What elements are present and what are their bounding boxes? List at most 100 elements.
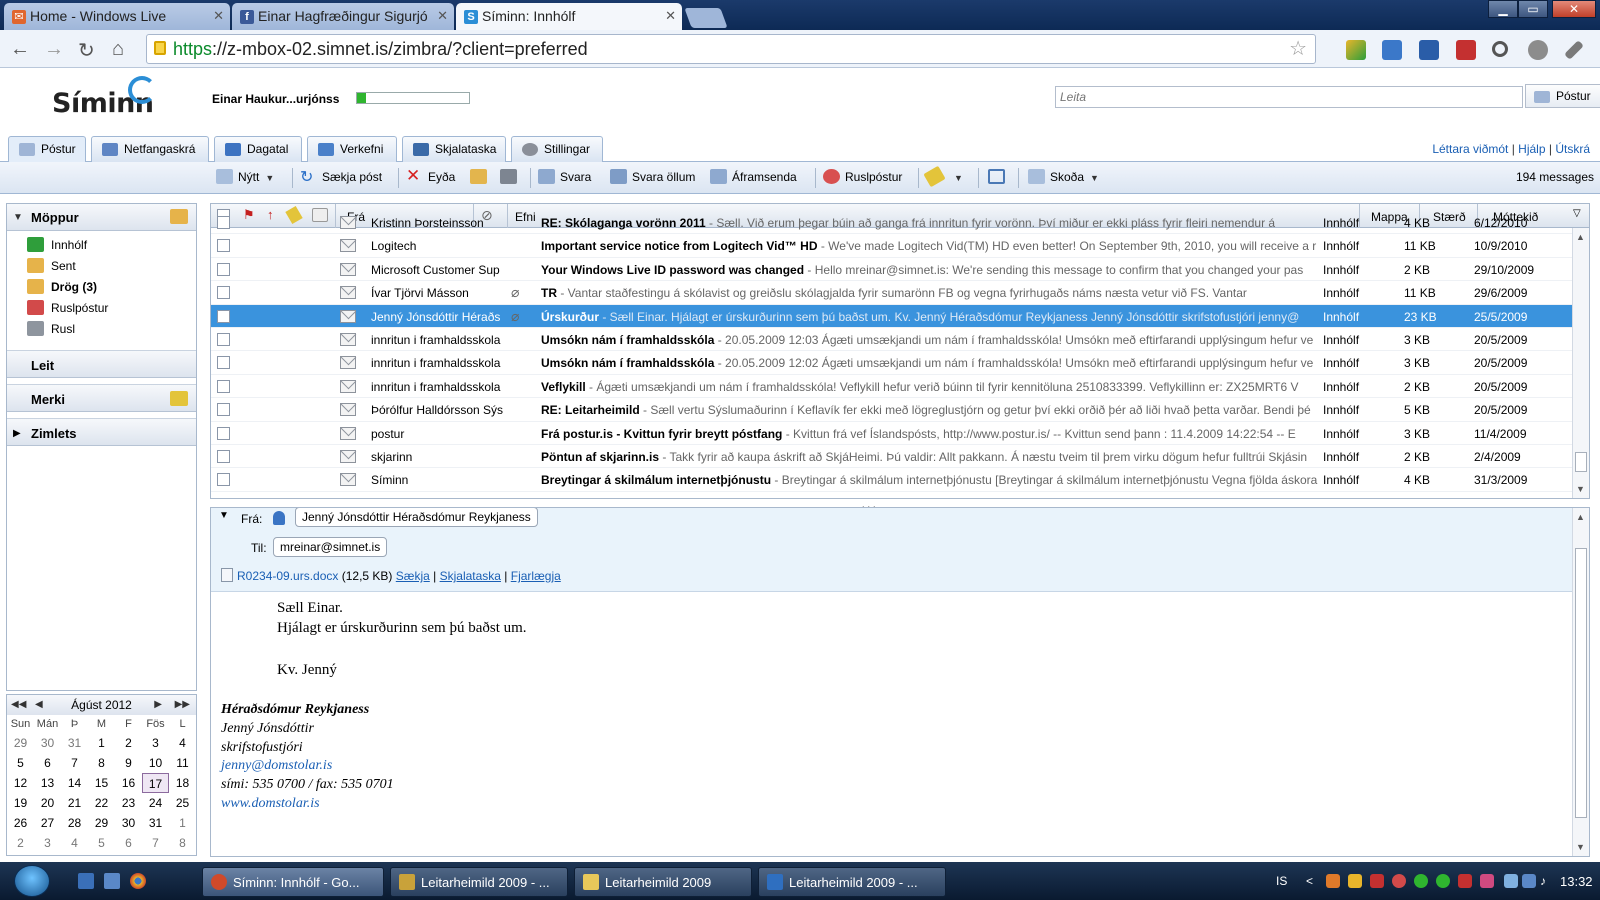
calendar-day[interactable]: 20 <box>34 793 61 813</box>
next-year-icon[interactable]: ▶▶ <box>175 695 190 715</box>
new-tag-icon[interactable] <box>170 391 188 406</box>
calendar-day[interactable]: 30 <box>115 813 142 833</box>
table-row[interactable]: innritun i framhaldsskola Umsókn nám í fr… <box>211 351 1573 375</box>
scroll-thumb[interactable] <box>1575 548 1587 818</box>
calendar-day[interactable]: 22 <box>88 793 115 813</box>
searches-header[interactable]: Leit <box>7 350 196 378</box>
briefcase-attachment-link[interactable]: Skjalataska <box>440 569 501 583</box>
calendar-day[interactable]: 2 <box>115 733 142 753</box>
calendar-day[interactable]: 9 <box>115 753 142 773</box>
calendar-day[interactable]: 23 <box>115 793 142 813</box>
network-icon[interactable] <box>1504 874 1518 888</box>
calendar-day[interactable]: 17 <box>142 773 169 793</box>
tab-settings[interactable]: Stillingar <box>511 136 603 162</box>
table-row[interactable]: skjarinn Pöntun af skjarinn.is - Takk fyr… <box>211 445 1573 469</box>
maximize-button[interactable]: ▭ <box>1518 0 1548 18</box>
browser-tab-windows-live[interactable]: ✉ Home - Windows Live ✕ <box>4 3 230 30</box>
row-checkbox[interactable] <box>217 426 230 440</box>
tab-contacts[interactable]: Netfangaskrá <box>91 136 209 162</box>
scroll-down-icon[interactable]: ▼ <box>1576 484 1585 494</box>
tray-expand-icon[interactable]: < <box>1306 874 1320 888</box>
language-indicator[interactable]: IS <box>1276 874 1287 888</box>
table-row[interactable]: Ívar Tjörvi Másson ⌀ TR - Vantar staðfesti… <box>211 281 1573 305</box>
calendar-day[interactable]: 4 <box>169 733 196 753</box>
calendar-day[interactable]: 19 <box>7 793 34 813</box>
new-button[interactable]: Nýtt ▼ <box>216 169 274 184</box>
calendar-day[interactable]: 31 <box>142 813 169 833</box>
row-checkbox[interactable] <box>217 379 230 393</box>
column-menu-icon[interactable]: ▽ <box>1573 208 1581 219</box>
calendar-day[interactable]: 27 <box>34 813 61 833</box>
reply-all-button[interactable]: Svara öllum <box>610 169 695 184</box>
calendar-day[interactable]: 1 <box>88 733 115 753</box>
calendar-day[interactable]: 8 <box>88 753 115 773</box>
remove-attachment-link[interactable]: Fjarlægja <box>511 569 561 583</box>
forward-icon[interactable]: → <box>44 38 64 61</box>
close-icon[interactable]: ✕ <box>437 8 448 24</box>
forward-button[interactable]: Áframsenda <box>710 169 797 184</box>
calendar-day[interactable]: 1 <box>169 813 196 833</box>
display-icon[interactable] <box>1522 874 1536 888</box>
search-scope-button[interactable]: Póstur <box>1525 84 1600 108</box>
close-icon[interactable]: ✕ <box>213 8 224 24</box>
table-row[interactable]: Kristinn Þorsteinsson RE: Skólaganga vorö… <box>211 211 1573 235</box>
calendar-day[interactable]: 4 <box>61 833 88 853</box>
calendar-day[interactable]: 7 <box>142 833 169 853</box>
taskbar-item-doc-2[interactable]: Leitarheimild 2009 - ... <box>758 867 946 897</box>
zimlets-header[interactable]: ▶ Zimlets <box>7 418 196 446</box>
taskbar-item-doc-1[interactable]: Leitarheimild 2009 - ... <box>390 867 568 897</box>
folder-trash[interactable]: Rusl <box>7 319 196 340</box>
browser-tab-facebook[interactable]: f Einar Hagfræðingur Sigurjó ✕ <box>232 3 454 30</box>
recipient-pill[interactable]: mreinar@simnet.is <box>273 537 388 557</box>
scroll-down-icon[interactable]: ▼ <box>1576 842 1585 852</box>
row-checkbox[interactable] <box>217 332 230 346</box>
search-input[interactable] <box>1055 86 1523 108</box>
scroll-up-icon[interactable]: ▲ <box>1576 232 1585 242</box>
chevron-down-icon[interactable]: ▼ <box>13 212 23 223</box>
scroll-up-icon[interactable]: ▲ <box>1576 512 1585 522</box>
row-checkbox[interactable] <box>217 262 230 276</box>
calendar-day[interactable]: 30 <box>34 733 61 753</box>
chevron-down-icon[interactable]: ▼ <box>954 173 963 183</box>
calendar-day[interactable]: 8 <box>169 833 196 853</box>
table-row[interactable]: innritun i framhaldsskola Veflykill - Ágæ… <box>211 375 1573 399</box>
row-checkbox[interactable] <box>217 239 230 253</box>
calendar-day[interactable]: 5 <box>7 753 34 773</box>
signature-web-link[interactable]: www.domstolar.is <box>221 796 320 812</box>
calendar-day[interactable]: 6 <box>115 833 142 853</box>
calendar-day[interactable]: 7 <box>61 753 88 773</box>
signature-email-link[interactable]: jenny@domstolar.is <box>221 758 332 774</box>
table-row[interactable]: Jenný Jónsdóttir Héraðs ⌀ Úrskurður - Sæll… <box>211 304 1573 328</box>
row-checkbox[interactable] <box>217 473 230 487</box>
eye-icon[interactable] <box>1528 40 1548 60</box>
row-checkbox[interactable] <box>217 356 230 370</box>
show-desktop-icon[interactable] <box>78 873 94 889</box>
chevron-down-icon[interactable]: ▼ <box>265 173 274 183</box>
calendar-day[interactable]: 10 <box>142 753 169 773</box>
table-row[interactable]: Þórólfur Halldórsson Sýs RE: Leitarheimil… <box>211 398 1573 422</box>
reload-icon[interactable]: ↻ <box>78 38 95 63</box>
calendar-day[interactable]: 16 <box>115 773 142 793</box>
volume-icon[interactable]: ♪ <box>1540 874 1554 888</box>
bookmark-star-icon[interactable]: ☆ <box>1289 35 1307 63</box>
chevron-right-icon[interactable]: ▶ <box>13 428 21 439</box>
delete-button[interactable]: ✕ Eyða <box>406 166 455 185</box>
calendar-day[interactable]: 29 <box>88 813 115 833</box>
folder-inbox[interactable]: Innhólf <box>7 235 196 256</box>
table-row[interactable]: Logitech Important service notice from Lo… <box>211 234 1573 258</box>
table-row[interactable]: Microsoft Customer Sup Your Windows Live … <box>211 258 1573 282</box>
reply-button[interactable]: Svara <box>538 169 591 184</box>
junk-button[interactable]: Ruslpóstur <box>823 169 902 184</box>
row-checkbox[interactable] <box>217 403 230 417</box>
row-checkbox[interactable] <box>217 216 230 229</box>
calendar-day[interactable]: 24 <box>142 793 169 813</box>
table-row[interactable]: innritun i framhaldsskola Umsókn nám í fr… <box>211 328 1573 352</box>
scroll-thumb[interactable] <box>1575 452 1587 472</box>
row-checkbox[interactable] <box>217 286 230 300</box>
calendar-day[interactable]: 13 <box>34 773 61 793</box>
attachment-name[interactable]: R0234-09.urs.docx <box>237 569 338 583</box>
tab-briefcase[interactable]: Skjalataska <box>402 136 506 162</box>
help-link[interactable]: Hjálp <box>1518 142 1545 156</box>
calendar-day[interactable]: 3 <box>34 833 61 853</box>
tray-icon[interactable] <box>1392 874 1406 888</box>
